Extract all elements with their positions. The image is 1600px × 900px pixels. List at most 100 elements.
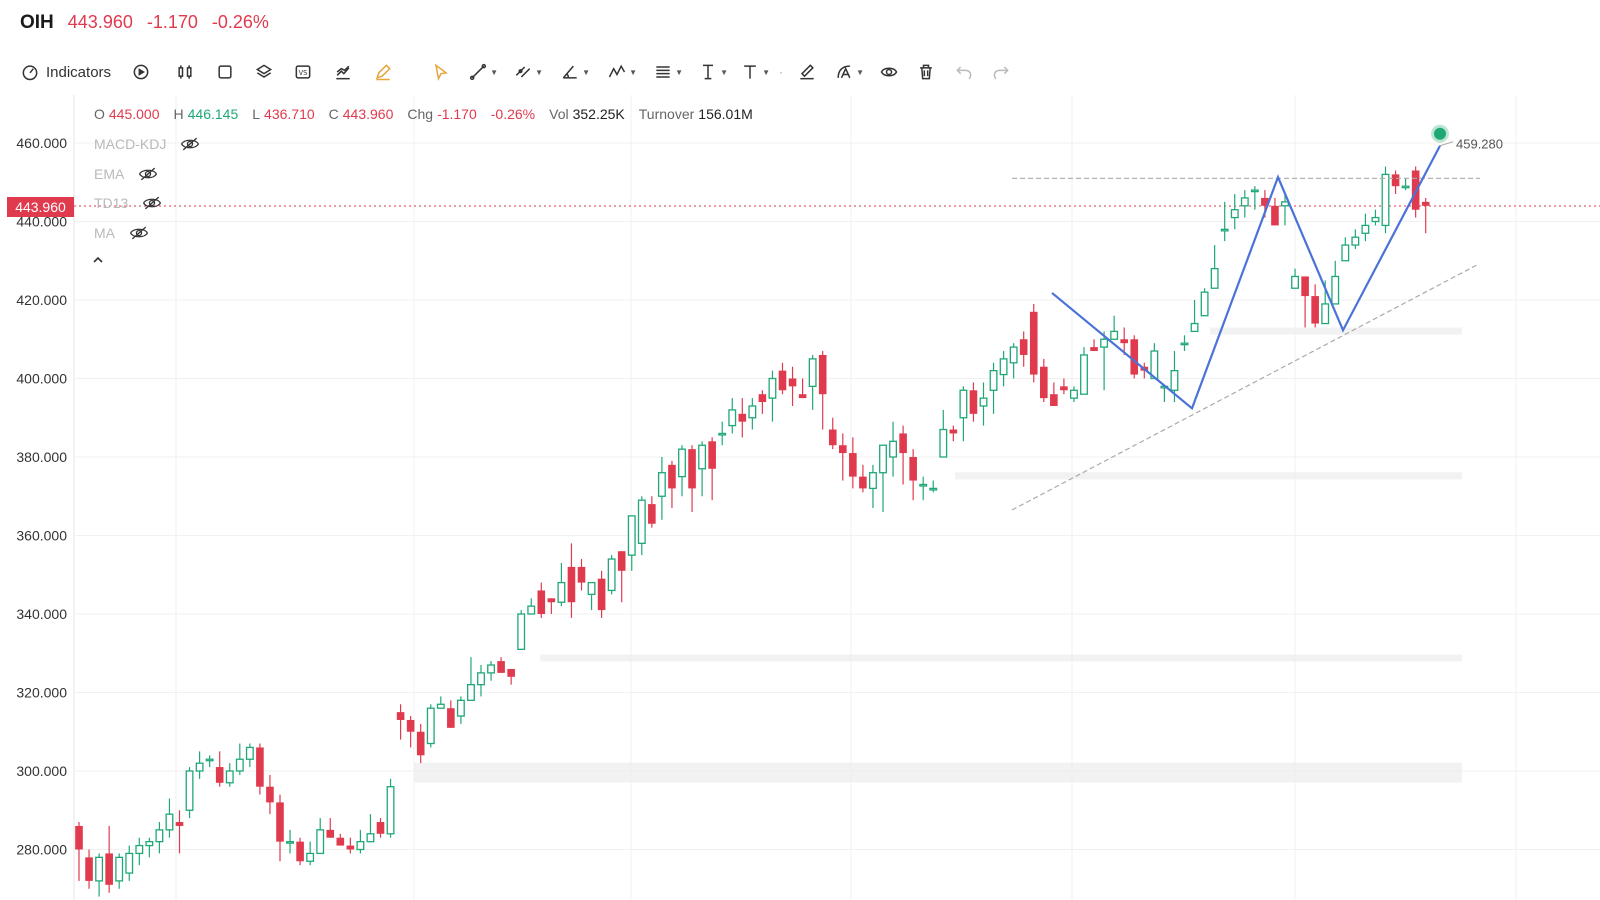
magnet-tool-button[interactable]: ▼ [827, 58, 871, 86]
candle-body-down [1120, 339, 1128, 344]
last-price-tag: 443.960 [7, 197, 74, 217]
open-value: O 445.000 [94, 106, 160, 122]
collapse-indicators-button[interactable] [92, 252, 104, 268]
replay-button[interactable] [121, 58, 161, 86]
candle-body-up [386, 786, 395, 835]
redo-button[interactable] [983, 58, 1019, 86]
candle-body-down [326, 829, 335, 838]
candle-body-down [507, 668, 515, 677]
candle-body-up [426, 707, 435, 745]
square-icon [218, 65, 232, 79]
candle-body-up [1070, 389, 1078, 399]
cursor-tool-button[interactable] [421, 58, 461, 86]
candle-body-up [1291, 275, 1299, 289]
visibility-button[interactable] [871, 58, 907, 86]
candle-body-up [768, 377, 777, 399]
price-change-pct: -0.26% [211, 12, 269, 32]
candle-body-down [788, 378, 797, 387]
redo-icon [993, 66, 1009, 80]
indicator-ma[interactable]: MA [94, 224, 149, 242]
candle-body-up [1200, 291, 1209, 317]
channel-icon [515, 66, 531, 78]
candle-body-up [1220, 228, 1229, 232]
fib-tool-button[interactable]: ▼ [645, 58, 691, 86]
candle-body-down [215, 767, 224, 783]
chart-type-button[interactable] [165, 58, 205, 86]
angle-tool-button[interactable]: ▼ [551, 58, 599, 86]
candle-body-up [1009, 346, 1018, 364]
candle-body-down [899, 433, 907, 454]
candle-body-up [436, 703, 445, 709]
indicators-label: Indicators [46, 63, 112, 81]
measure-tool-button[interactable]: ▼ [691, 58, 735, 86]
candle-body-up [1230, 209, 1239, 219]
chevron-down-icon: ▼ [535, 67, 543, 77]
measure-icon [703, 64, 714, 80]
trend-button[interactable] [323, 58, 363, 86]
candle-body-down [175, 822, 184, 826]
candle-body-up [748, 405, 757, 419]
candle-body-up [205, 758, 214, 762]
angle-icon [562, 65, 577, 79]
candle-body-up [1281, 201, 1289, 207]
indicators-button[interactable]: Indicators [20, 58, 121, 86]
undo-button[interactable] [945, 58, 983, 86]
candle-body-up [286, 841, 294, 844]
indicator-ema[interactable]: EMA [94, 165, 158, 183]
candle-body-up [165, 813, 174, 831]
line-tool-button[interactable]: ▼ [461, 58, 505, 86]
peak-marker-icon [1434, 127, 1446, 140]
candle-body-up [678, 448, 686, 478]
trash-icon [920, 64, 932, 80]
indicator-label: MA [94, 225, 115, 241]
text-tool-button[interactable]: ▼ [735, 58, 775, 86]
chevron-up-icon [93, 256, 103, 263]
candle-body-down [396, 712, 405, 720]
vs-icon: VS [295, 65, 311, 79]
symbol-name[interactable]: OIH [20, 12, 54, 34]
candle-body-up [557, 581, 566, 603]
candle-body-up [1321, 303, 1330, 325]
pattern-tool-button[interactable]: ▼ [599, 58, 645, 86]
candle-body-up [1100, 338, 1109, 348]
layers-button[interactable] [245, 58, 283, 86]
candle-body-up [1110, 330, 1119, 340]
layout-button[interactable] [205, 58, 245, 86]
candle-body-down [1421, 201, 1430, 206]
candle-body-up [1080, 354, 1088, 395]
candle-body-down [416, 731, 425, 756]
indicator-td13[interactable]: TD13 [94, 194, 162, 212]
gauge-icon [22, 65, 38, 81]
candle-body-up [939, 428, 948, 458]
price-tick-label: 280.000 [16, 842, 67, 858]
drawings: 459.280 [1011, 124, 1503, 511]
low-value: L 436.710 [252, 106, 315, 122]
chevron-down-icon: ▼ [762, 67, 770, 77]
channel-tool-button[interactable]: ▼ [505, 58, 551, 86]
layers-icon [255, 64, 273, 78]
eye-hidden-icon[interactable] [180, 135, 200, 153]
candle-body-up [989, 369, 998, 391]
candle-body-down [648, 504, 656, 524]
candle-body-up [517, 613, 526, 650]
candle-body-up [95, 856, 104, 882]
eye-hidden-icon[interactable] [138, 165, 158, 183]
eye-hidden-icon[interactable] [142, 194, 162, 212]
indicator-macd-kdj[interactable]: MACD-KDJ [94, 135, 200, 153]
brush-tool-button[interactable] [787, 58, 827, 86]
draw-tools-button[interactable] [363, 58, 403, 86]
compare-button[interactable]: VS [283, 58, 323, 86]
price-tick-label: 360.000 [16, 528, 67, 544]
candle-body-up [607, 558, 616, 592]
price-tick-label: 300.000 [16, 763, 67, 779]
price-chart[interactable]: 460.000440.000420.000400.000380.000360.0… [0, 92, 1600, 900]
delete-button[interactable] [907, 58, 945, 86]
candle-body-up [1250, 189, 1259, 193]
peak-value-label: 459.280 [1456, 137, 1503, 152]
price-tick-label: 400.000 [16, 371, 67, 387]
eye-hidden-icon[interactable] [129, 224, 149, 242]
candle-body-down [276, 802, 284, 842]
indicator-label: EMA [94, 166, 125, 182]
candle-body-down [708, 441, 716, 469]
candle-body-down [758, 394, 767, 403]
